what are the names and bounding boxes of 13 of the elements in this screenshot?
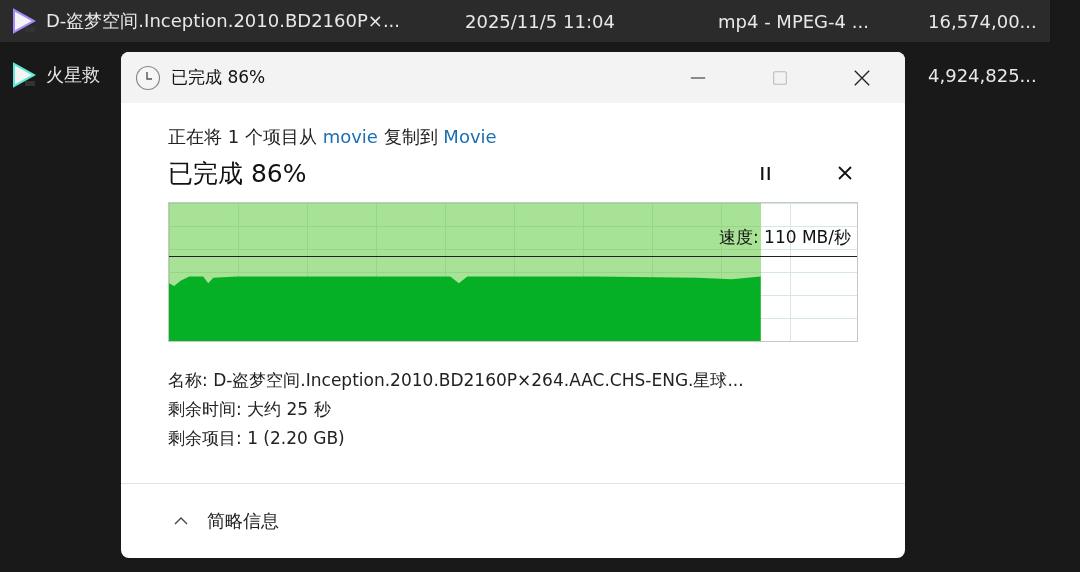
speed-label: 速度: 110 MB/秒 — [718, 226, 851, 249]
detail-text: 名称: D-盗梦空间.Inception.2010.BD2160P×264.AAC.CHS-ENG.星球... — [168, 369, 745, 392]
detail-text: 剩余项目: 1 (2.20 GB) — [168, 427, 346, 450]
detail-text: 剩余时间: 大约 25 秒 — [168, 398, 332, 421]
window-title: 已完成 86% — [171, 66, 266, 89]
file-name: 火星救 — [46, 64, 100, 85]
file-size: 4,924,825... — [928, 64, 1037, 86]
file-type: mp4 - MPEG-4 ... — [718, 10, 870, 32]
file-date: 2025/11/5 11:04 — [465, 10, 616, 32]
progress-title: 已完成 86% — [168, 157, 308, 190]
copy-description: 正在将 1 个项目从 movie 复制到 Movie — [168, 125, 498, 149]
file-name: D-盗梦空间.Inception.2010.BD2160P×... — [46, 10, 401, 31]
file-size: 16,574,00... — [928, 10, 1037, 32]
